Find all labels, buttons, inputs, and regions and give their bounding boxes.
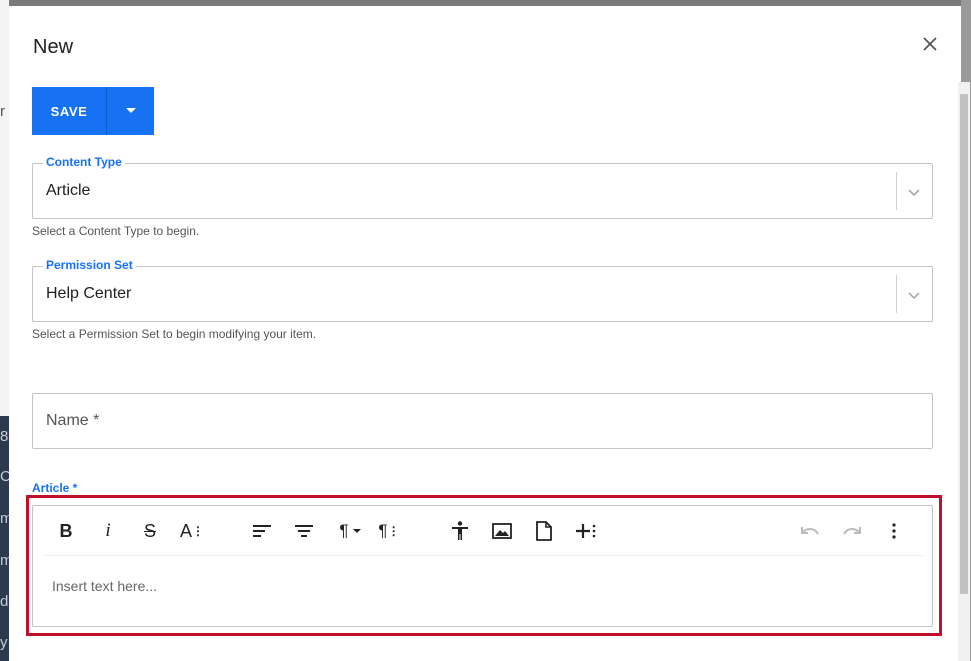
align-center-button[interactable]: [289, 516, 319, 546]
close-button[interactable]: [918, 32, 942, 56]
background-text: m: [0, 510, 9, 527]
undo-icon: [801, 527, 819, 535]
paragraph-format-icon: ¶: [339, 521, 349, 540]
background-text: 8: [0, 428, 9, 445]
new-item-dialog: New SAVE Content Type Article Select a C…: [9, 6, 970, 661]
save-button[interactable]: SAVE: [32, 87, 106, 135]
permission-set-select[interactable]: Permission Set Help Center: [32, 258, 933, 322]
content-type-select[interactable]: Content Type Article: [32, 155, 933, 219]
content-type-label: Content Type: [43, 155, 125, 169]
accessibility-icon: [452, 521, 468, 540]
strikethrough-button[interactable]: S: [135, 516, 165, 546]
undo-button[interactable]: [795, 516, 825, 546]
article-editor[interactable]: B i S A ⋮ ¶ ¶ ⋮ Insert text here...: [32, 505, 933, 627]
more-vertical-icon: [892, 523, 896, 539]
paragraph-format-button[interactable]: ¶: [332, 516, 368, 546]
insert-file-button[interactable]: [529, 516, 559, 546]
save-split-button: SAVE: [32, 87, 154, 135]
background-text: y: [0, 634, 8, 651]
article-label: Article *: [32, 481, 78, 495]
background-text: d: [0, 593, 9, 610]
align-left-button[interactable]: [247, 516, 277, 546]
italic-button[interactable]: i: [93, 516, 123, 546]
more-dots-icon: ⋮: [387, 524, 400, 538]
permission-set-label: Permission Set: [43, 258, 136, 272]
permission-set-helper: Select a Permission Set to begin modifyi…: [32, 327, 317, 341]
save-options-button[interactable]: [106, 87, 154, 135]
font-size-icon: A: [179, 520, 192, 541]
editor-placeholder[interactable]: Insert text here...: [52, 578, 157, 594]
redo-icon: [843, 527, 861, 535]
strikethrough-icon: S: [143, 520, 156, 541]
permission-set-value: Help Center: [46, 285, 132, 302]
editor-toolbar: B i S A ⋮ ¶ ¶ ⋮: [43, 506, 923, 556]
insert-more-button[interactable]: [571, 516, 601, 546]
font-size-button[interactable]: A ⋮: [177, 516, 207, 546]
insert-more-icon: [576, 524, 596, 538]
redo-button[interactable]: [837, 516, 867, 546]
name-input[interactable]: Name *: [32, 393, 933, 449]
insert-image-button[interactable]: [487, 516, 517, 546]
align-center-icon: [295, 525, 313, 537]
align-left-icon: [253, 525, 271, 537]
background-text: m: [0, 552, 9, 569]
caret-down-icon: [125, 108, 136, 113]
chevron-down-icon[interactable]: [905, 286, 923, 304]
bold-icon: B: [59, 520, 73, 541]
accessibility-button[interactable]: [445, 516, 475, 546]
name-label: Name *: [46, 412, 100, 429]
file-icon: [536, 521, 552, 541]
background-text: r: [0, 103, 5, 120]
background-sidebar: 8 C m m d y: [0, 416, 9, 661]
select-divider: [896, 172, 897, 210]
caret-down-icon: [352, 528, 361, 533]
italic-icon: i: [105, 520, 111, 541]
paragraph-style-icon: ¶: [378, 521, 388, 540]
bold-button[interactable]: B: [51, 516, 81, 546]
select-divider: [896, 275, 897, 313]
chevron-down-icon[interactable]: [905, 183, 923, 201]
more-dots-icon: ⋮: [192, 524, 204, 538]
scrollbar-thumb[interactable]: [960, 94, 968, 594]
background-text: C: [0, 468, 9, 485]
paragraph-style-button[interactable]: ¶ ⋮: [374, 516, 404, 546]
image-icon: [492, 523, 512, 539]
dialog-title: New: [33, 36, 74, 58]
close-icon: [923, 37, 937, 51]
content-type-value: Article: [46, 182, 91, 199]
content-type-helper: Select a Content Type to begin.: [32, 224, 200, 238]
more-options-button[interactable]: [879, 516, 909, 546]
